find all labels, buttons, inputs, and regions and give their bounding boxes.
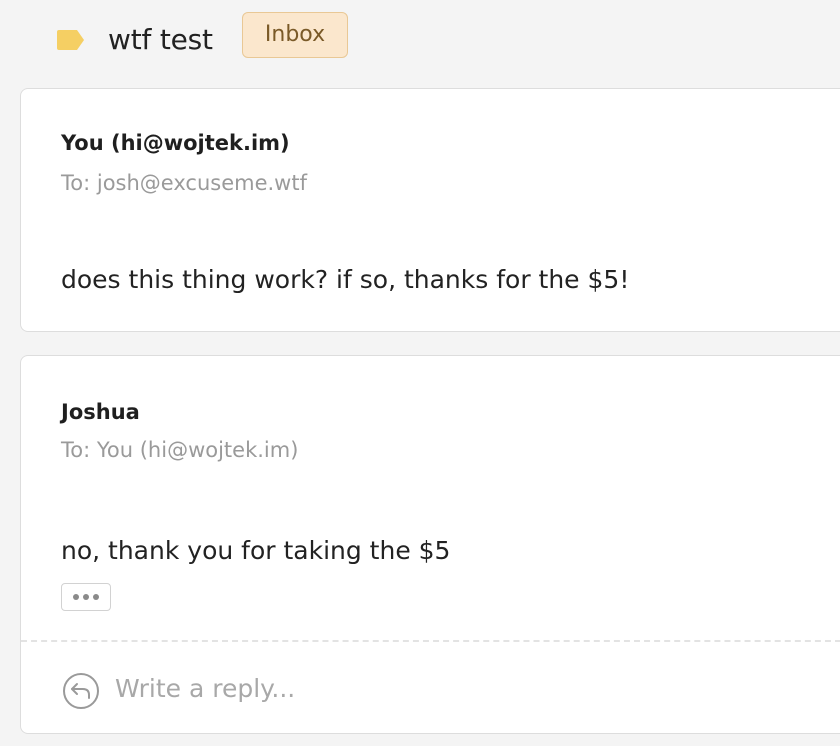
message-body: does this thing work? if so, thanks for … [61,265,630,294]
ellipsis-icon [93,594,99,600]
reply-arrow-icon [62,672,100,710]
ellipsis-icon [83,594,89,600]
label-tag-icon [56,28,86,52]
reply-box[interactable]: Write a reply... [21,642,840,734]
message-body: no, thank you for taking the $5 [61,536,451,565]
message-card[interactable]: Joshua To: You (hi@wojtek.im) no, thank … [20,355,840,734]
message-recipient: To: You (hi@wojtek.im) [61,438,299,462]
message-sender: Joshua [61,400,140,424]
thread-title: wtf test [108,23,213,56]
message-sender: You (hi@wojtek.im) [61,131,290,155]
thread-header: wtf test Inbox [0,0,840,80]
show-quoted-text-button[interactable] [61,583,111,611]
message-recipient: To: josh@excuseme.wtf [61,171,307,195]
message-card[interactable]: You (hi@wojtek.im) To: josh@excuseme.wtf… [20,88,840,332]
ellipsis-icon [73,594,79,600]
inbox-label-badge[interactable]: Inbox [242,12,348,58]
reply-input[interactable]: Write a reply... [115,674,295,703]
